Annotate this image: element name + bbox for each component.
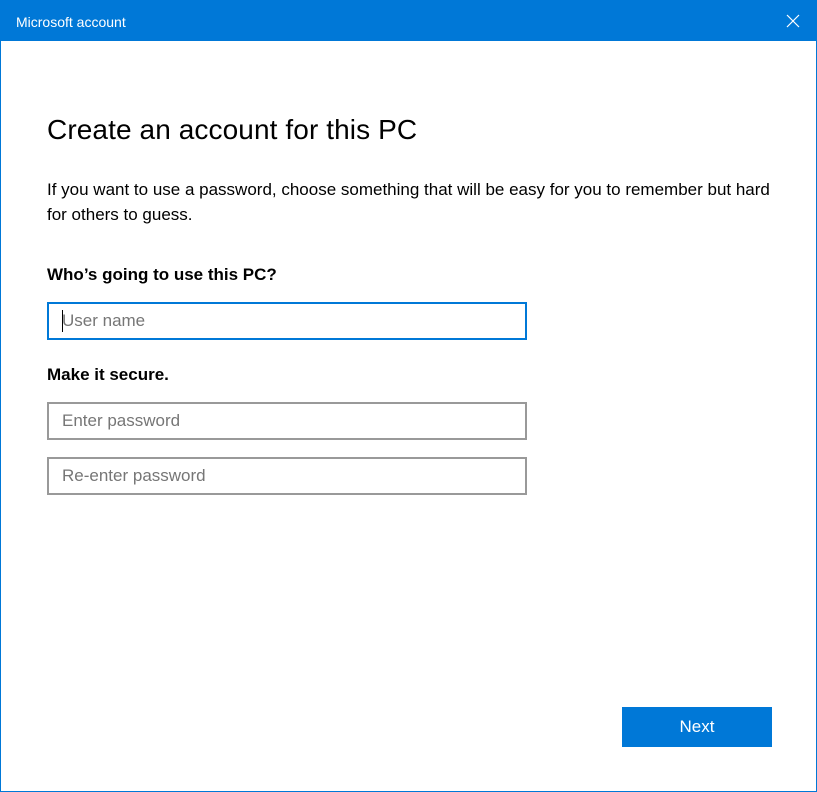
title-bar: Microsoft account bbox=[1, 1, 816, 41]
password-input[interactable] bbox=[47, 402, 527, 440]
microsoft-account-dialog: Microsoft account Create an account for … bbox=[0, 0, 817, 792]
username-input[interactable] bbox=[47, 302, 527, 340]
next-button[interactable]: Next bbox=[622, 707, 772, 747]
close-icon bbox=[786, 14, 800, 28]
password-section-label: Make it secure. bbox=[47, 365, 169, 384]
text-caret bbox=[62, 310, 63, 332]
window-title: Microsoft account bbox=[16, 14, 126, 30]
close-button[interactable] bbox=[770, 1, 816, 41]
username-label: Who’s going to use this PC? bbox=[47, 265, 277, 284]
reenter-password-input[interactable] bbox=[47, 457, 527, 495]
page-title: Create an account for this PC bbox=[47, 114, 418, 145]
description-text: If you want to use a password, choose so… bbox=[47, 180, 770, 224]
